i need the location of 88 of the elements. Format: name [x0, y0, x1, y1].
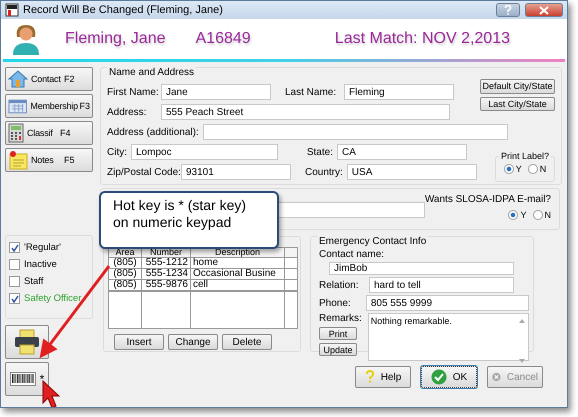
- city-state-button[interactable]: Default City/State: [480, 79, 555, 94]
- radio-button[interactable]: [532, 210, 542, 220]
- remarks-button[interactable]: Update: [319, 343, 357, 356]
- member-name: Fleming, Jane: [65, 30, 166, 48]
- input-field[interactable]: hard to tell: [369, 277, 514, 293]
- table-cell: home: [190, 258, 284, 268]
- input-field[interactable]: Fleming: [344, 84, 454, 100]
- help-button[interactable]: Help: [355, 366, 411, 388]
- checkbox-label: Staff: [24, 276, 44, 287]
- field-label: Last Name:: [285, 86, 338, 98]
- table-cell: (805): [108, 280, 142, 291]
- group-title: Emergency Contact Info: [317, 236, 428, 247]
- barcode-button[interactable]: *: [5, 362, 49, 396]
- radio-label: Y: [516, 164, 522, 174]
- remarks-field[interactable]: Nothing remarkable.: [368, 313, 529, 361]
- input-field[interactable]: 555 Peach Street: [161, 104, 450, 120]
- field-label: State:: [306, 146, 333, 158]
- group-title: Name and Address: [107, 67, 196, 78]
- field-label: Contact name:: [319, 249, 386, 260]
- question-mark-icon: [364, 370, 375, 384]
- close-button[interactable]: [525, 3, 563, 17]
- radio-button[interactable]: [508, 210, 518, 220]
- input-field[interactable]: CA: [337, 144, 467, 160]
- checkmark-icon: [10, 294, 18, 302]
- nav-button[interactable]: Membership F3: [5, 94, 93, 118]
- nav-button[interactable]: Contact F2: [5, 67, 93, 91]
- radio-button[interactable]: [504, 164, 514, 174]
- input-field[interactable]: JimBob: [329, 262, 514, 275]
- printer-icon: [13, 329, 41, 355]
- checkbox[interactable]: [9, 259, 20, 270]
- person-avatar-icon: [11, 23, 41, 55]
- input-field[interactable]: Lompoc: [131, 144, 278, 160]
- field-label: Relation:: [319, 280, 360, 290]
- table-cell: (805): [108, 268, 142, 280]
- input-field[interactable]: 805 555 9999: [366, 295, 529, 311]
- cursor-icon: [41, 379, 61, 407]
- calculator-icon: [8, 123, 24, 143]
- checkbox[interactable]: [9, 293, 20, 304]
- question-icon: [504, 5, 512, 15]
- group-title: Print Label?: [498, 151, 552, 162]
- field-label: City:: [107, 146, 127, 158]
- calendar-icon: [8, 98, 28, 114]
- window-title: Record Will Be Changed (Fleming, Jane): [23, 4, 223, 16]
- input-field[interactable]: [202, 124, 508, 140]
- checkbox-label: Inactive: [24, 259, 57, 270]
- input-field[interactable]: 93101: [181, 164, 291, 180]
- checkmark-circle-icon: [430, 369, 447, 385]
- last-match-date: Last Match: NOV 2,2013: [334, 30, 510, 48]
- field-label: Phone:: [319, 298, 352, 308]
- phone-action-button[interactable]: Change: [168, 334, 218, 350]
- input-field[interactable]: USA: [346, 164, 477, 180]
- checkmark-icon: [10, 244, 18, 252]
- app-icon: [5, 3, 19, 17]
- print-button[interactable]: [5, 325, 49, 359]
- house-icon: [8, 70, 28, 88]
- field-label: Remarks:: [319, 313, 362, 324]
- table-cell: (805): [108, 258, 142, 268]
- field-label: Country:: [305, 166, 343, 178]
- checkbox-label: 'Regular': [24, 242, 61, 253]
- phone-action-button[interactable]: Insert: [114, 334, 164, 350]
- checkbox[interactable]: [9, 242, 20, 253]
- field-label: Address (additional):: [107, 126, 199, 138]
- city-state-button[interactable]: Last City/State: [480, 96, 555, 112]
- table-cell: 555-1212: [142, 258, 190, 268]
- close-icon: [539, 6, 549, 14]
- radio-label: N: [540, 164, 546, 174]
- remarks-button[interactable]: Print: [319, 327, 357, 340]
- field-label: First Name:: [107, 86, 157, 98]
- checkbox-label: Safety Officer: [24, 293, 82, 304]
- checkbox[interactable]: [9, 276, 20, 287]
- radio-button[interactable]: [528, 164, 538, 174]
- field-label: Address:: [107, 106, 148, 118]
- radio-label: N: [544, 210, 551, 220]
- help-button[interactable]: [496, 3, 520, 17]
- nav-button[interactable]: Classif F4: [5, 121, 93, 145]
- input-field[interactable]: Jane: [161, 84, 271, 100]
- table-cell: Occasional Busine: [190, 268, 284, 280]
- email-question: Wants SLOSA-IDPA E-mail?: [424, 194, 551, 205]
- ok-button[interactable]: OK: [421, 366, 477, 388]
- note-icon: [8, 150, 28, 170]
- table-cell: cell: [190, 280, 284, 291]
- barcode-icon: [10, 372, 36, 386]
- member-id: A16849: [196, 30, 251, 48]
- radio-label: Y: [520, 210, 526, 220]
- phone-action-button[interactable]: Delete: [222, 334, 272, 350]
- nav-button[interactable]: Notes F5: [5, 148, 93, 172]
- hint-tooltip: Hot key is * (star key) on numeric keypad: [99, 191, 279, 249]
- table-cell: 555-1234: [142, 268, 190, 280]
